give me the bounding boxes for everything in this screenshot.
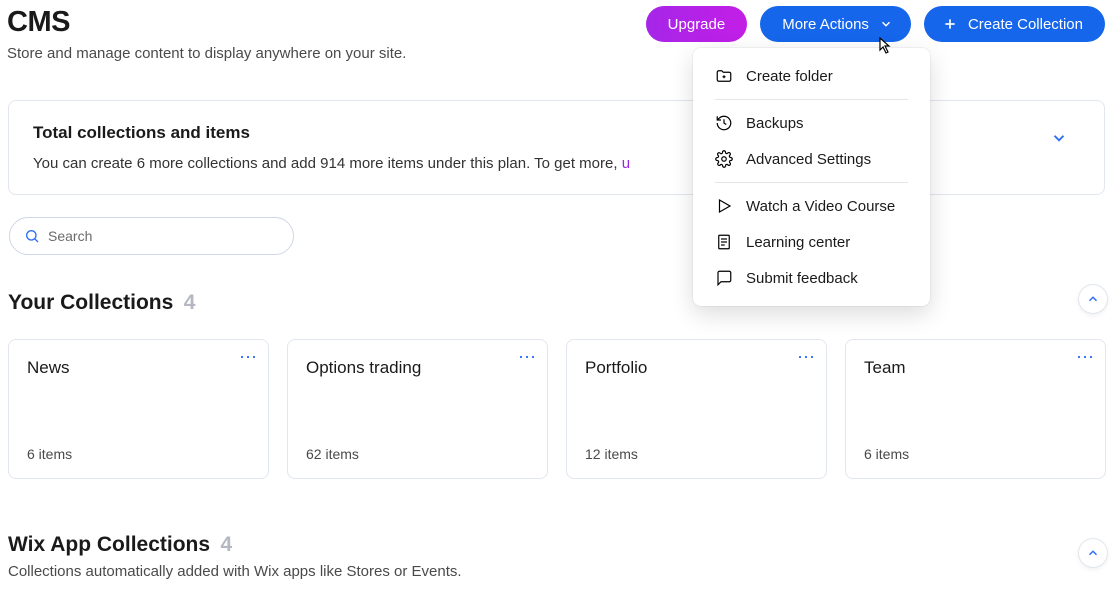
dropdown-label: Watch a Video Course [746, 198, 895, 215]
collection-title: Team [864, 358, 1087, 378]
chevron-up-icon [1086, 546, 1100, 560]
create-collection-button[interactable]: Create Collection [924, 6, 1105, 42]
play-icon [715, 197, 733, 215]
chevron-down-icon [879, 17, 893, 31]
collection-card[interactable]: Options trading 62 items ⋯ [287, 339, 548, 479]
document-icon [715, 233, 733, 251]
dropdown-divider [715, 182, 908, 183]
app-collections-sub: Collections automatically added with Wix… [8, 563, 1105, 580]
collections-grid: News 6 items ⋯ Options trading 62 items … [8, 339, 1105, 479]
card-more-button[interactable]: ⋯ [797, 348, 816, 366]
upgrade-link[interactable]: u [622, 155, 630, 172]
collection-card[interactable]: News 6 items ⋯ [8, 339, 269, 479]
dropdown-create-folder[interactable]: Create folder [693, 58, 930, 94]
search-input[interactable] [48, 228, 279, 244]
dropdown-advanced-settings[interactable]: Advanced Settings [693, 141, 930, 177]
header-buttons: Upgrade More Actions Create Collection [646, 6, 1105, 42]
your-collections-heading: Your Collections [8, 291, 173, 315]
app-collections-count: 4 [221, 533, 233, 556]
more-actions-button[interactable]: More Actions [760, 6, 911, 42]
collection-items-count: 62 items [306, 446, 529, 462]
page-subtitle: Store and manage content to display anyw… [7, 45, 406, 62]
chevron-down-icon [1050, 129, 1068, 147]
more-actions-dropdown: Create folder Backups Advanced Settings … [693, 48, 930, 306]
app-collections-section: Wix App Collections 4 Collections automa… [0, 533, 1113, 580]
quota-banner-toggle[interactable] [1050, 129, 1068, 152]
card-more-button[interactable]: ⋯ [1076, 348, 1095, 366]
gear-icon [715, 150, 733, 168]
comment-icon [715, 269, 733, 287]
collection-items-count: 12 items [585, 446, 808, 462]
upgrade-button[interactable]: Upgrade [646, 6, 748, 42]
folder-plus-icon [715, 67, 733, 85]
collection-card[interactable]: Portfolio 12 items ⋯ [566, 339, 827, 479]
your-collections-count: 4 [184, 291, 196, 314]
search-box[interactable] [9, 217, 294, 255]
collapse-app-collections-button[interactable] [1079, 539, 1107, 567]
collection-title: News [27, 358, 250, 378]
plus-icon [942, 16, 958, 32]
card-more-button[interactable]: ⋯ [239, 348, 258, 366]
history-icon [715, 114, 733, 132]
create-collection-label: Create Collection [968, 16, 1083, 33]
dropdown-video-course[interactable]: Watch a Video Course [693, 188, 930, 224]
page-title: CMS [7, 6, 406, 39]
dropdown-label: Submit feedback [746, 270, 858, 287]
dropdown-label: Create folder [746, 68, 833, 85]
collection-title: Portfolio [585, 358, 808, 378]
collection-items-count: 6 items [864, 446, 1087, 462]
search-icon [24, 228, 40, 244]
dropdown-backups[interactable]: Backups [693, 105, 930, 141]
header-left: CMS Store and manage content to display … [7, 6, 406, 62]
search-wrap [9, 217, 1113, 255]
more-actions-label: More Actions [782, 16, 869, 33]
card-more-button[interactable]: ⋯ [518, 348, 537, 366]
page-header: CMS Store and manage content to display … [0, 0, 1113, 62]
collection-card[interactable]: Team 6 items ⋯ [845, 339, 1106, 479]
dropdown-learning-center[interactable]: Learning center [693, 224, 930, 260]
dropdown-label: Backups [746, 115, 804, 132]
chevron-up-icon [1086, 292, 1100, 306]
dropdown-label: Advanced Settings [746, 151, 871, 168]
collection-items-count: 6 items [27, 446, 250, 462]
quota-banner: Total collections and items You can crea… [8, 100, 1105, 195]
your-collections-section: Your Collections 4 News 6 items ⋯ Option… [0, 291, 1113, 479]
dropdown-submit-feedback[interactable]: Submit feedback [693, 260, 930, 296]
dropdown-divider [715, 99, 908, 100]
collection-title: Options trading [306, 358, 529, 378]
collapse-your-collections-button[interactable] [1079, 285, 1107, 313]
app-collections-heading: Wix App Collections [8, 533, 210, 557]
dropdown-label: Learning center [746, 234, 850, 251]
